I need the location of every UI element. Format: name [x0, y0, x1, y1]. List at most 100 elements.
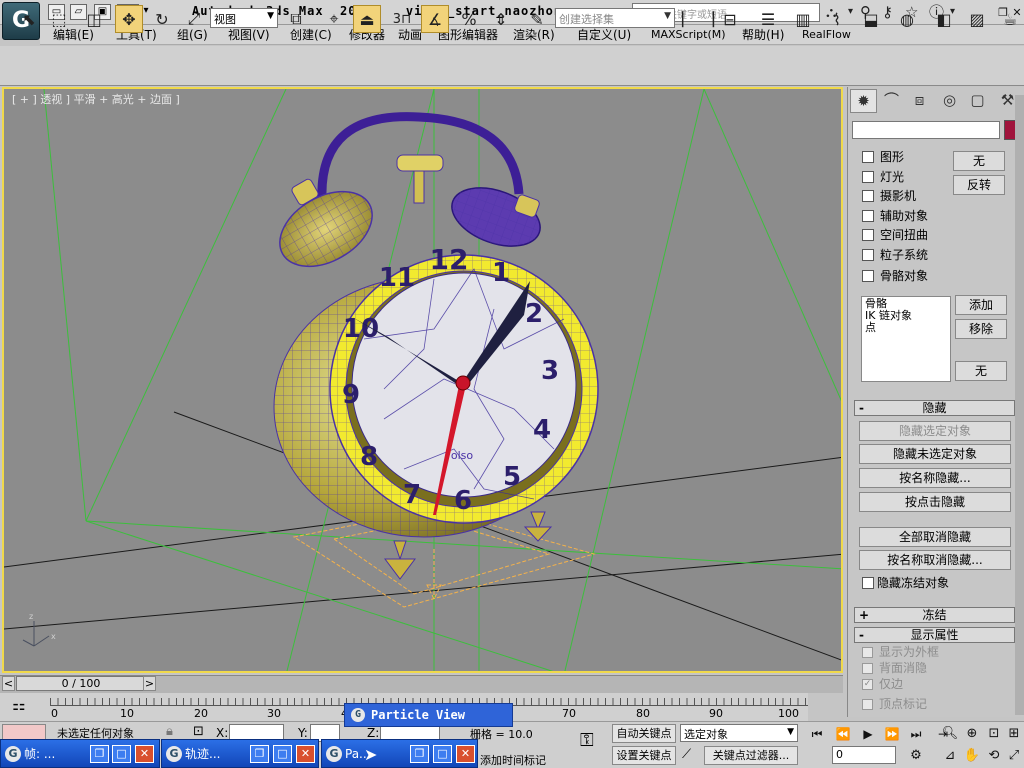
time-config-icon[interactable]: ⚙	[906, 746, 926, 765]
next-frame-icon[interactable]: ⏩	[881, 725, 903, 743]
hide-by-hit-button[interactable]: 按点击隐藏	[859, 492, 1011, 512]
select-and-scale-icon[interactable]: ⤢	[180, 5, 208, 33]
object-type-list[interactable]: 骨骼 IK 链对象 点	[861, 296, 951, 382]
object-name-field[interactable]	[852, 121, 1000, 139]
checkbox-particle-systems[interactable]	[862, 249, 874, 261]
material-editor-icon[interactable]: ◍	[893, 5, 921, 33]
invert-button[interactable]: 反转	[953, 175, 1005, 195]
pan-hand-icon[interactable]: ✋	[962, 746, 982, 765]
close-icon[interactable]: ✕	[296, 745, 315, 763]
snap-toggle-icon[interactable]: 3 ⊓	[388, 5, 416, 33]
set-key-button[interactable]: 设置关键点	[612, 746, 676, 765]
auto-key-button[interactable]: 自动关键点	[612, 724, 676, 743]
menu-customize[interactable]: 自定义(U)	[577, 27, 631, 43]
perspective-viewport[interactable]: 12 1 2 3 4 5 6 7 8 9 10 11 olso z x [+ …	[2, 87, 843, 673]
none-button[interactable]: 无	[953, 151, 1005, 171]
taskbar-window-particle[interactable]: G Pa...	[321, 739, 478, 768]
particle-view-popup[interactable]: G Particle View	[344, 703, 513, 727]
edit-named-selection-icon[interactable]: ✎	[523, 5, 551, 33]
list-item[interactable]: 点	[865, 322, 947, 334]
rendered-frame-window-icon[interactable]: ▨	[963, 5, 991, 33]
key-filters-button[interactable]: 关键点过滤器...	[704, 746, 798, 765]
zoom-extents-all-icon[interactable]: ⊞	[1004, 724, 1024, 743]
checkbox-bone-objects[interactable]	[862, 270, 874, 282]
go-to-end-icon[interactable]: ⏭	[905, 725, 927, 743]
angle-snap-icon[interactable]: ∡	[421, 5, 449, 33]
modify-tab-curve-icon[interactable]: ⌒	[878, 89, 905, 113]
close-icon[interactable]: ✕	[135, 745, 154, 763]
reference-coordinate-select[interactable]: 视图 ▼	[210, 8, 278, 28]
spinner-snap-icon[interactable]: ⇕	[487, 5, 515, 33]
rect-selection-region-icon[interactable]: ⬚	[45, 5, 73, 33]
hierarchy-tab-icon[interactable]: ⧈	[906, 89, 933, 113]
key-mode-select[interactable]: 选定对象 ▼	[680, 724, 798, 742]
checkbox-shapes[interactable]	[862, 151, 874, 163]
maximize-icon[interactable]: □	[433, 745, 452, 763]
render-setup-icon[interactable]: ◧	[930, 5, 958, 33]
layer-manager-icon[interactable]: ☰	[754, 5, 782, 33]
checkbox-lights[interactable]	[862, 171, 874, 183]
display-tab-icon[interactable]: ▢	[964, 89, 991, 113]
time-slider-thumb[interactable]: 0 / 100	[16, 676, 146, 691]
none-button-2[interactable]: 无	[955, 361, 1007, 381]
hide-rollout-header[interactable]: - 隐藏	[854, 400, 1015, 416]
render-production-icon[interactable]: ☕	[996, 5, 1024, 33]
checkbox-hide-frozen[interactable]	[862, 577, 874, 589]
percent-snap-icon[interactable]: %	[455, 5, 483, 33]
minimize-icon[interactable]: ❐	[250, 745, 269, 763]
time-slider-next[interactable]: >	[143, 676, 156, 691]
maximize-icon[interactable]: □	[112, 745, 131, 763]
play-icon[interactable]: ▶	[857, 725, 879, 743]
checkbox-edges-only[interactable]: ✓	[862, 679, 873, 690]
curve-editor-icon[interactable]: ⌇	[823, 5, 851, 33]
previous-frame-icon[interactable]: ⏪	[832, 725, 854, 743]
unhide-by-name-button[interactable]: 按名称取消隐藏...	[859, 550, 1011, 570]
zoom-all-icon[interactable]: ⊕	[962, 724, 982, 743]
lock-icon[interactable]: 🔒︎	[166, 724, 173, 739]
display-properties-rollout-header[interactable]: - 显示属性	[854, 627, 1015, 643]
unhide-all-button[interactable]: 全部取消隐藏	[859, 527, 1011, 547]
checkbox-vertex-ticks[interactable]	[862, 699, 873, 710]
minimize-icon[interactable]: ❐	[410, 745, 429, 763]
hide-unselected-button[interactable]: 隐藏未选定对象	[859, 444, 1011, 464]
maximize-viewport-icon[interactable]: ⤢	[1004, 746, 1024, 765]
select-object-icon[interactable]: ⬉	[15, 5, 43, 33]
keyboard-shortcut-override-icon[interactable]: ⏏	[353, 5, 381, 33]
schematic-view-icon[interactable]: ⬓	[857, 5, 885, 33]
zoom-icon[interactable]: 🔍︎	[940, 724, 960, 743]
orbit-icon[interactable]: ⟲	[984, 746, 1004, 765]
add-button[interactable]: 添加	[955, 295, 1007, 315]
create-tab-sun-icon[interactable]: ✹	[850, 89, 877, 113]
select-and-manipulate-icon[interactable]: ⌖	[320, 5, 348, 33]
absolute-mode-icon[interactable]: ⊡	[193, 724, 204, 739]
freeze-rollout-header[interactable]: + 冻结	[854, 607, 1015, 623]
motion-tab-icon[interactable]: ◎	[936, 89, 963, 113]
remove-button[interactable]: 移除	[955, 319, 1007, 339]
maximize-icon[interactable]: □	[273, 745, 292, 763]
list-item[interactable]: IK 链对象	[865, 310, 947, 322]
window-crossing-icon[interactable]: ◫	[80, 5, 108, 33]
named-selection-select[interactable]: 创建选择集 ▼	[555, 8, 675, 28]
graphite-tools-icon[interactable]: ▥	[789, 5, 817, 33]
zoom-extents-icon[interactable]: ⊡	[984, 724, 1004, 743]
add-time-tag[interactable]: 添加时间标记	[480, 752, 546, 768]
mirror-icon[interactable]: ⎸⎹	[682, 5, 714, 33]
field-of-view-icon[interactable]: ⊿	[940, 746, 960, 765]
close-icon[interactable]: ✕	[456, 745, 475, 763]
menu-views[interactable]: 视图(V)	[228, 27, 270, 43]
checkbox-cameras[interactable]	[862, 190, 874, 202]
select-and-move-icon[interactable]: ✥	[115, 5, 143, 33]
current-frame-field[interactable]: 0	[832, 746, 896, 764]
curve-editor-mini-icon[interactable]: ⚏	[4, 696, 34, 718]
go-to-start-icon[interactable]: ⏮	[806, 725, 828, 743]
viewport-label[interactable]: [ + ] 透视 ] 平滑 + 高光 + 边面 ]	[12, 91, 180, 107]
align-icon[interactable]: ⊟	[716, 5, 744, 33]
hide-selected-button[interactable]: 隐藏选定对象	[859, 421, 1011, 441]
checkbox-space-warps[interactable]	[862, 229, 874, 241]
hide-by-name-button[interactable]: 按名称隐藏...	[859, 468, 1011, 488]
checkbox-backface-cull[interactable]	[862, 663, 873, 674]
checkbox-display-as-box[interactable]	[862, 647, 873, 658]
pivot-center-icon[interactable]: ⧉	[282, 5, 310, 33]
select-and-rotate-icon[interactable]: ↻	[148, 5, 176, 33]
time-slider-prev[interactable]: <	[2, 676, 15, 691]
